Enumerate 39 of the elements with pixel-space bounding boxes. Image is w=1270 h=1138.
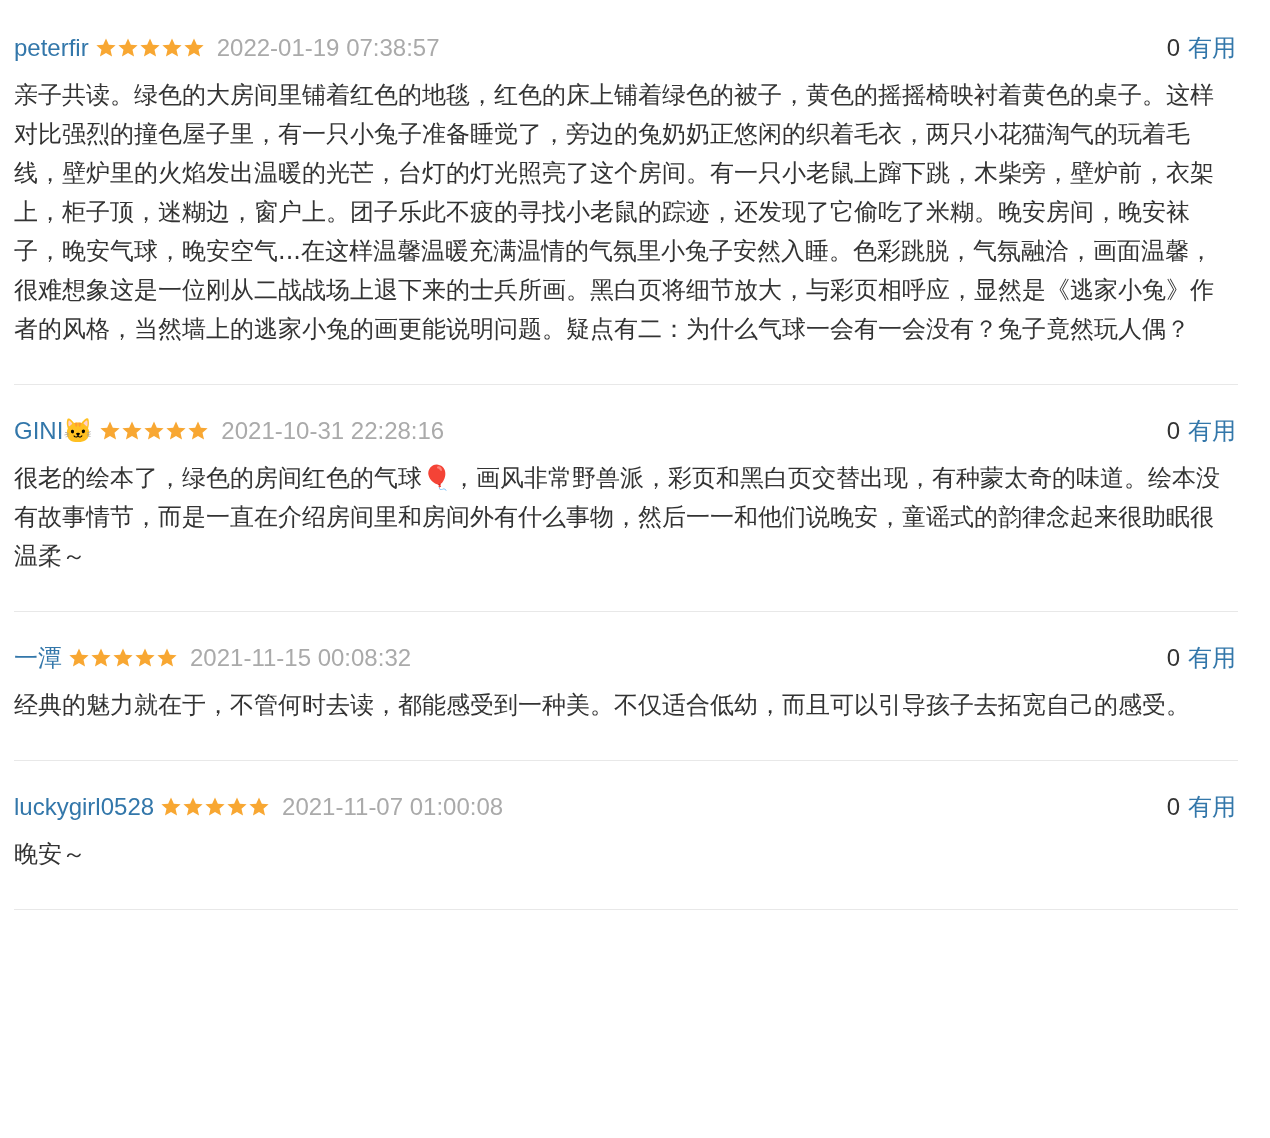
star-icon	[226, 796, 249, 818]
star-icon	[90, 647, 112, 669]
star-icon	[138, 37, 161, 59]
username-link[interactable]: peterfir	[14, 34, 89, 62]
username-link[interactable]: 一潭	[14, 642, 62, 674]
useful-link[interactable]: 有用	[1188, 415, 1236, 447]
vote-count: 0	[1166, 417, 1180, 445]
star-icon	[248, 796, 271, 818]
star-icon	[99, 420, 122, 442]
review-text: 很老的绘本了，绿色的房间红色的气球🎈，画风非常野兽派，彩页和黑白页交替出现，有种蒙太奇的味道。绘本没有故事情节，而是一直在介绍房间里和房间外有什么事物，然后一一和他们说晚安，童谣式的韵律念起来很助眠很温柔～	[14, 463, 1221, 572]
review-time: 2021-10-31 22:28:16	[221, 417, 445, 445]
useful-link[interactable]: 有用	[1188, 32, 1236, 64]
vote-count: 0	[1166, 34, 1180, 62]
star-icon	[156, 647, 178, 669]
star-icon	[160, 37, 183, 59]
vote-count: 0	[1166, 644, 1180, 672]
vote-count: 0	[1166, 793, 1180, 821]
username-link[interactable]: luckygirl0528	[14, 793, 155, 821]
review-time: 2022-01-19 07:38:57	[216, 34, 440, 62]
review-text: 经典的魅力就在于，不管何时去读，都能感受到一种美。不仅适合低幼，而且可以引导孩子去拓宽自己的感受。	[14, 690, 1191, 721]
star-icon	[160, 796, 183, 818]
star-icon	[187, 420, 210, 442]
star-icon	[182, 37, 205, 59]
star-icon	[204, 796, 227, 818]
useful-link[interactable]: 有用	[1188, 791, 1236, 823]
star-icon	[143, 420, 166, 442]
star-icon	[112, 647, 134, 669]
star-icon	[165, 420, 188, 442]
star-icon	[121, 420, 144, 442]
review-time: 2021-11-07 01:00:08	[282, 793, 504, 821]
review-text: 亲子共读。绿色的大房间里铺着红色的地毯，红色的床上铺着绿色的被子，黄色的摇摇椅映衬着黄色的桌子。这样对比强烈的撞色屋子里，有一只小兔子准备睡觉了，旁边的兔奶奶正悠闲的织着毛衣，两只小花猫淘气的玩着毛线，壁炉里的火焰发出温暖的光芒，台灯的灯光照亮了这个房间。有一只小老鼠上蹿下跳，木柴旁，壁炉前，衣架上，柜子顶，迷糊边，窗户上。团子乐此不疲的寻找小老鼠的踪迹，还发现了它偷吃了米糊。晚安房间，晚安袜子，晚安气球，晚安空气...在这样温馨温暖充满温情的气氛里小兔子安然入睡。色彩跳脱，气氛融洽，画面温馨，很难想象这是一位刚从二战战场上退下来的士兵所画。黑白页将细节放大，与彩页相呼应，显然是《逃家小兔》作者的风格，当然墙上的逃家小兔的画更能说明问题。疑点有二：为什么气球一会有一会没有？兔子竟然玩人偶？	[14, 80, 1215, 345]
review-time: 2021-11-15 00:08:32	[190, 644, 412, 672]
useful-link[interactable]: 有用	[1188, 642, 1236, 674]
star-icon	[182, 796, 205, 818]
star-icon	[116, 37, 139, 59]
star-icon	[94, 37, 117, 59]
star-icon	[68, 647, 90, 669]
review-text: 晚安～	[14, 839, 87, 870]
star-icon	[134, 647, 156, 669]
